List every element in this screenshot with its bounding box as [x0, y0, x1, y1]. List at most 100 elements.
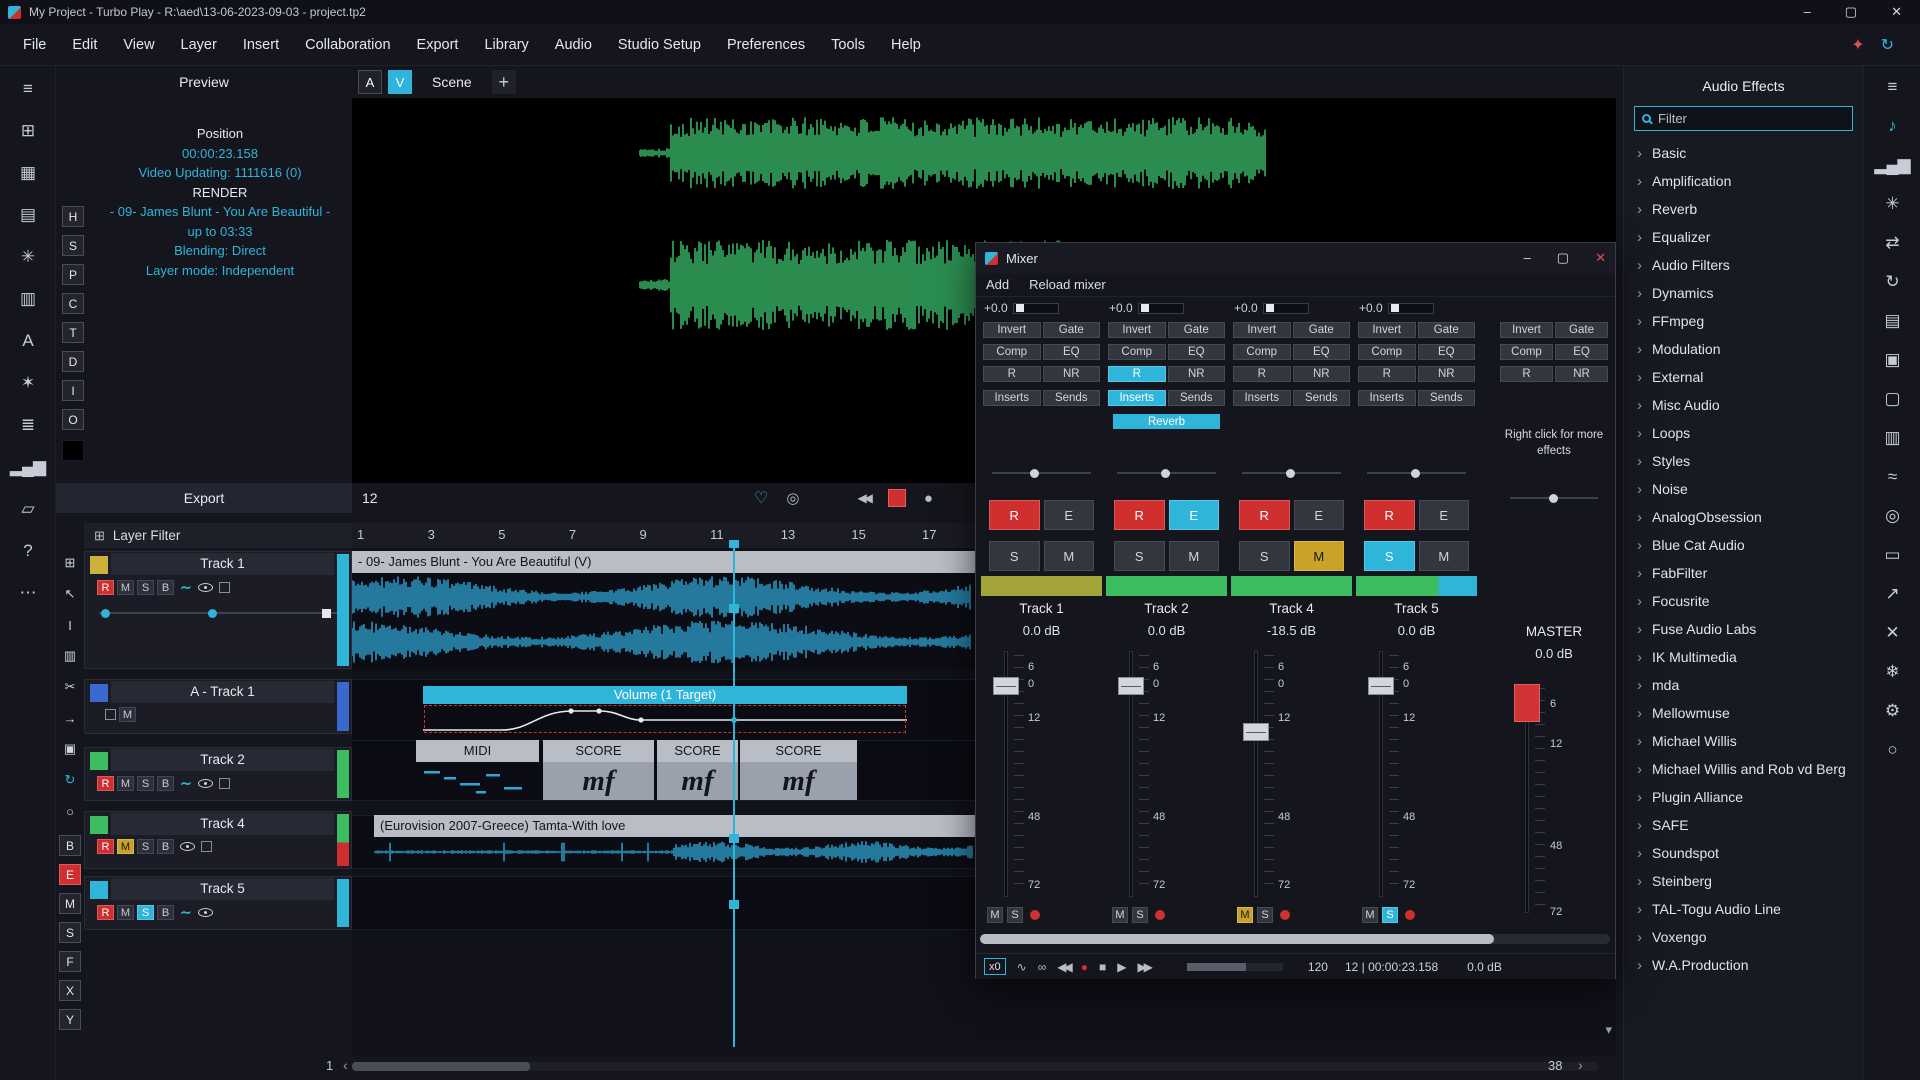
record-monitor-icon[interactable]: ◎ — [786, 489, 799, 507]
fader-handle[interactable] — [1243, 723, 1269, 741]
library-icon[interactable]: ▤ — [1878, 310, 1906, 332]
effect-category[interactable]: › FFmpeg — [1624, 307, 1863, 335]
history-icon[interactable]: ↻ — [1878, 271, 1906, 293]
eq-button[interactable]: EQ — [1168, 344, 1226, 360]
channel-gain-value[interactable]: +0.0 — [1359, 301, 1383, 315]
automation-icon[interactable]: ∼ — [180, 904, 192, 921]
automation-icon[interactable]: ∿ — [1017, 960, 1027, 974]
help-icon[interactable]: ? — [14, 540, 42, 562]
filter-input[interactable] — [1658, 111, 1845, 126]
menu-item[interactable]: Help — [878, 31, 934, 59]
solo-button[interactable]: S — [137, 905, 154, 920]
mixer-volume-slider[interactable] — [1187, 963, 1283, 971]
mute-toggle[interactable]: M — [1237, 907, 1253, 923]
sparkle-icon[interactable]: ✳ — [14, 246, 42, 268]
mute-button[interactable]: M — [1169, 541, 1220, 571]
waves-icon[interactable]: ≈ — [1878, 466, 1906, 488]
document-icon[interactable]: ▤ — [14, 204, 42, 226]
effect-category[interactable]: › IK Multimedia — [1624, 643, 1863, 671]
mixer-minimize-button[interactable]: – — [1524, 250, 1531, 266]
preview-letter-button[interactable]: I — [62, 380, 84, 401]
mixer-window[interactable]: Mixer – ▢ ✕ Add Reload mixer +0.0 — [975, 242, 1616, 979]
snap-button[interactable]: x0 — [984, 958, 1006, 975]
export-button[interactable]: Export — [56, 483, 352, 513]
gate-button[interactable]: Gate — [1293, 322, 1351, 338]
audio-effects-icon[interactable]: ♪ — [1878, 115, 1906, 137]
inserts-button[interactable]: Inserts — [1358, 390, 1416, 406]
record-indicator[interactable] — [1280, 910, 1290, 920]
stats-icon[interactable]: ▂▄▆ — [14, 456, 42, 478]
effect-category[interactable]: › Dynamics — [1624, 279, 1863, 307]
reverb-button[interactable]: R — [1500, 366, 1553, 382]
menu-item[interactable]: Library — [471, 31, 541, 59]
mixer-scrollbar-thumb[interactable] — [980, 934, 1494, 944]
effect-category[interactable]: › AnalogObsession — [1624, 503, 1863, 531]
visibility-icon[interactable] — [180, 842, 195, 851]
record-arm-button[interactable]: R — [97, 905, 114, 920]
mute-button[interactable]: M — [117, 839, 134, 854]
layer-filter-bar[interactable]: ⊞ Layer Filter — [84, 523, 352, 548]
add-scene-button[interactable]: + — [492, 70, 516, 94]
tab-scene[interactable]: Scene — [418, 74, 486, 90]
invert-button[interactable]: Invert — [1500, 322, 1553, 338]
mixer-menu-item[interactable]: Reload mixer — [1029, 277, 1106, 292]
record-arm-button[interactable]: R — [1239, 500, 1290, 530]
inserts-button[interactable]: Inserts — [983, 390, 1041, 406]
automation-icon[interactable]: ∼ — [180, 579, 192, 596]
noise-reduction-button[interactable]: NR — [1293, 366, 1351, 382]
mixer-maximize-button[interactable]: ▢ — [1557, 250, 1569, 266]
media-icon[interactable]: ▣ — [1878, 349, 1906, 371]
reverb-button[interactable]: R — [1358, 366, 1416, 382]
effect-category[interactable]: › Noise — [1624, 475, 1863, 503]
favorite-icon[interactable]: ♡ — [754, 488, 768, 508]
automation-track-header-row[interactable]: A - Track 1 M — [84, 679, 352, 734]
noise-reduction-button[interactable]: NR — [1168, 366, 1226, 382]
reverb-button[interactable]: R — [1233, 366, 1291, 382]
pin-icon[interactable]: ✶ — [14, 372, 42, 394]
gate-button[interactable]: Gate — [1168, 322, 1226, 338]
sends-button[interactable]: Sends — [1418, 390, 1476, 406]
invert-button[interactable]: Invert — [1108, 322, 1166, 338]
effect-category[interactable]: › Mellowmuse — [1624, 699, 1863, 727]
solo-toggle[interactable]: S — [1257, 907, 1273, 923]
effect-category[interactable]: › mda — [1624, 671, 1863, 699]
mixer-close-button[interactable]: ✕ — [1595, 250, 1606, 266]
channel-gain-value[interactable]: +0.0 — [1109, 301, 1133, 315]
channel-gain-value[interactable]: +0.0 — [1234, 301, 1258, 315]
visibility-icon[interactable] — [198, 583, 213, 592]
sends-button[interactable]: Sends — [1293, 390, 1351, 406]
effect-category[interactable]: › Styles — [1624, 447, 1863, 475]
menu-item[interactable]: Audio — [542, 31, 605, 59]
preview-letter-button[interactable]: S — [62, 235, 84, 256]
solo-toggle[interactable]: S — [1132, 907, 1148, 923]
edit-button[interactable]: E — [1169, 500, 1220, 530]
effect-category[interactable]: › Modulation — [1624, 335, 1863, 363]
comp-button[interactable]: Comp — [983, 344, 1041, 360]
visibility-icon[interactable] — [198, 779, 213, 788]
playhead[interactable] — [733, 540, 735, 1047]
lanes-scroll-down-button[interactable]: ▾ — [1605, 1022, 1612, 1038]
apps-grid-icon[interactable]: ▦ — [14, 162, 42, 184]
midi-clip[interactable]: MIDI — [416, 740, 539, 800]
channel-fader[interactable]: 6 0 12 48 72 — [1355, 651, 1478, 903]
track-color-chip[interactable] — [90, 752, 108, 770]
record-arm-button[interactable]: R — [1114, 500, 1165, 530]
track-header-row[interactable]: Track 4 R M S B — [84, 811, 352, 869]
track-volume-slider[interactable] — [99, 606, 337, 620]
mute-button[interactable]: M — [1294, 541, 1345, 571]
clone-tool-icon[interactable]: ▣ — [61, 741, 79, 757]
folder-icon[interactable]: ▱ — [14, 498, 42, 520]
eq-button[interactable]: EQ — [1555, 344, 1608, 360]
stop-button[interactable]: ■ — [1099, 960, 1106, 974]
bounce-button[interactable]: B — [157, 580, 174, 595]
channel-fader[interactable]: 6 0 12 48 72 — [1105, 651, 1228, 903]
mute-toggle[interactable]: M — [1112, 907, 1128, 923]
invert-button[interactable]: Invert — [1358, 322, 1416, 338]
settings-icon[interactable]: ⚙ — [1878, 700, 1906, 722]
noise-reduction-button[interactable]: NR — [1555, 366, 1608, 382]
visibility-icon[interactable] — [198, 908, 213, 917]
record-arm-button[interactable]: R — [97, 776, 114, 791]
menu-item[interactable]: Insert — [230, 31, 292, 59]
effect-category[interactable]: › Michael Willis and Rob vd Berg — [1624, 755, 1863, 783]
mute-toggle[interactable]: M — [987, 907, 1003, 923]
